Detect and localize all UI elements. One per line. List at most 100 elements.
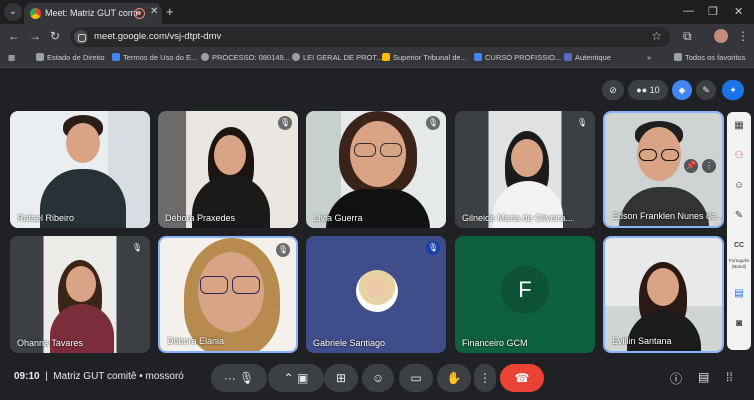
tab-search-button[interactable]: ⌄ xyxy=(4,3,22,21)
participant-tile[interactable]: 🎙 Débora Elania xyxy=(158,236,298,353)
info-icon[interactable]: ⓘ xyxy=(670,370,682,387)
muted-mic-icon: 🎙 xyxy=(575,116,589,130)
raise-hand-button[interactable]: ✋ xyxy=(437,364,471,392)
muted-mic-icon: 🎙 xyxy=(278,116,292,130)
omnibox[interactable]: meet.google.com/vsj-dtpt-dmv ☆ xyxy=(70,27,670,47)
effects-button[interactable]: ✎ xyxy=(696,80,716,100)
participant-avatar xyxy=(356,270,398,312)
bookmark-item[interactable]: Todos os favoritos xyxy=(674,53,745,62)
participant-tile[interactable]: 🎙 Gabriele Santiago xyxy=(306,236,446,353)
participant-tile[interactable]: Evillin Santana xyxy=(603,236,724,353)
more-options-button[interactable]: ⋮ xyxy=(474,364,496,392)
chat-icon[interactable]: ▤ xyxy=(698,370,709,384)
participant-name: Lívia Guerra xyxy=(313,213,363,223)
participant-name: Financeiro GCM xyxy=(462,338,528,348)
captions-icon[interactable]: CC xyxy=(731,238,747,254)
apps-grid-icon[interactable]: ▦ xyxy=(8,53,15,62)
clock-text: 09:10 xyxy=(14,371,40,382)
close-tab-button[interactable]: ✕ xyxy=(150,6,158,17)
pen-icon[interactable]: ✎ xyxy=(731,208,747,224)
more-vert-icon: ⋮ xyxy=(479,371,491,385)
meeting-time: 09:10 | Matriz GUT comitê • mossoró xyxy=(14,371,184,382)
participant-name: Débora Elania xyxy=(167,336,225,346)
more-options-icon[interactable]: ⋮ xyxy=(702,159,716,173)
url-text[interactable]: meet.google.com/vsj-dtpt-dmv xyxy=(94,31,221,42)
back-icon[interactable]: ← xyxy=(8,29,20,43)
hide-self-view-button[interactable]: ⊘ xyxy=(602,80,624,100)
address-bar-row: ← → ↻ meet.google.com/vsj-dtpt-dmv ☆ ⧉ ⋮ xyxy=(0,24,754,50)
site-info-icon[interactable] xyxy=(74,30,88,44)
participant-name: Gabriele Santiago xyxy=(313,338,386,348)
side-extension-panel: ▦ ⚇ ☺ ✎ CC Português (Brasil) ▤ ◙ xyxy=(727,112,751,350)
participant-tile[interactable]: F Financeiro GCM xyxy=(455,236,595,353)
activities-grid-icon[interactable]: ⁞⁞ xyxy=(726,370,733,384)
apps-grid-icon[interactable]: ▦ xyxy=(731,118,747,134)
leave-call-button[interactable]: ☎ xyxy=(500,364,544,392)
docs-icon[interactable]: ▤ xyxy=(731,286,747,302)
bookmark-item[interactable]: PROCESSO: 080149... xyxy=(201,53,290,62)
forward-icon[interactable]: → xyxy=(29,29,41,43)
participant-name: Rafael Ribeiro xyxy=(17,213,75,223)
meet-stage: ⊘ ●● 10 ◆ ✎ ✦ Rafael Ribeiro 🎙 Débora Pr… xyxy=(0,68,754,400)
avatar-menu-button[interactable]: ◆ xyxy=(672,80,692,100)
video-camera-icon: ▣ xyxy=(297,371,309,385)
participant-name: Evillin Santana xyxy=(612,336,672,346)
new-tab-button[interactable]: + xyxy=(166,4,174,19)
more-bookmarks-icon[interactable]: » xyxy=(647,53,651,62)
extensions-icon[interactable]: ⧉ xyxy=(683,29,692,44)
reload-icon[interactable]: ↻ xyxy=(50,29,60,43)
browser-tab-bar: ⌄ Meet: Matriz GUT comitê - ✕ + — ❐ ✕ xyxy=(0,0,754,24)
participant-tile[interactable]: Rafael Ribeiro xyxy=(10,111,150,228)
close-window-icon[interactable]: ✕ xyxy=(734,5,743,18)
camera-button[interactable]: ⌃ ▣ xyxy=(268,364,324,392)
reactions-button[interactable]: ☺ xyxy=(362,364,394,392)
participant-name: Débora Praxedes xyxy=(165,213,236,223)
bookmarks-bar: ▦ Estado de Direito Termos de Uso do E..… xyxy=(0,50,754,68)
participant-name: Ohanna Tavares xyxy=(17,338,83,348)
muted-mic-icon: 🎙 xyxy=(426,241,440,255)
participant-tile[interactable]: 📌 ⋮ Edson Franklen Nunes de ... xyxy=(603,111,724,228)
participant-initial-avatar: F xyxy=(501,266,549,314)
bookmark-item[interactable]: Estado de Direito xyxy=(36,53,105,62)
participants-button[interactable]: ●● 10 xyxy=(628,80,668,100)
muted-mic-icon: 🎙 xyxy=(276,243,290,257)
minimize-icon[interactable]: — xyxy=(683,5,694,17)
mic-button[interactable]: ··· 🎙 xyxy=(211,364,267,392)
participant-tile[interactable]: 🎙 Débora Praxedes xyxy=(158,111,298,228)
participant-name: Gilneide Maria de Oliveira... xyxy=(462,213,574,223)
pin-icon[interactable]: 📌 xyxy=(684,159,698,173)
present-button[interactable]: ⊞ xyxy=(324,364,358,392)
more-mic-options-icon: ··· xyxy=(223,371,240,385)
participant-tile[interactable]: 🎙 Lívia Guerra xyxy=(306,111,446,228)
bookmark-item[interactable]: Superior Tribunal de... xyxy=(382,53,467,62)
hang-up-icon: ☎ xyxy=(514,371,530,385)
participant-tile[interactable]: 🎙 Ohanna Tavares xyxy=(10,236,150,353)
captions-icon: ▭ xyxy=(410,371,422,385)
gemini-sparkle-icon[interactable]: ✦ xyxy=(722,80,744,100)
autentique-icon xyxy=(564,53,572,61)
bookmark-star-icon[interactable]: ☆ xyxy=(651,29,662,43)
docs-icon xyxy=(474,53,482,61)
bookmark-item[interactable]: Termos de Uso do E... xyxy=(112,53,197,62)
meet-favicon-icon xyxy=(30,8,41,19)
tab-title: Meet: Matriz GUT comitê - xyxy=(45,8,137,18)
maximize-icon[interactable]: ❐ xyxy=(708,5,718,18)
participant-count: 10 xyxy=(649,85,660,95)
bookmark-item[interactable]: Autentique xyxy=(564,53,611,62)
profile-avatar[interactable] xyxy=(714,29,728,43)
captions-button[interactable]: ▭ xyxy=(399,364,433,392)
participant-name: Edson Franklen Nunes de ... xyxy=(612,211,724,221)
meeting-control-bar: 09:10 | Matriz GUT comitê • mossoró ··· … xyxy=(0,359,754,400)
participant-tile[interactable]: 🎙 Gilneide Maria de Oliveira... xyxy=(455,111,595,228)
bookmark-item[interactable]: CURSO PROFISSIO... xyxy=(474,53,561,62)
hand-icon: ✋ xyxy=(446,371,462,385)
camera-icon[interactable]: ◙ xyxy=(731,316,747,332)
activity-icon[interactable]: ⚇ xyxy=(731,148,747,164)
chat-bubble-icon[interactable]: ☺ xyxy=(731,178,747,194)
browser-menu-icon[interactable]: ⋮ xyxy=(737,29,749,43)
chevron-up-icon: ⌃ xyxy=(283,371,298,385)
globe-icon xyxy=(201,53,209,61)
browser-tab-meet[interactable]: Meet: Matriz GUT comitê - ✕ xyxy=(24,3,162,24)
present-screen-icon: ⊞ xyxy=(335,371,347,385)
bookmark-item[interactable]: LEI GERAL DE PROT... xyxy=(292,53,382,62)
